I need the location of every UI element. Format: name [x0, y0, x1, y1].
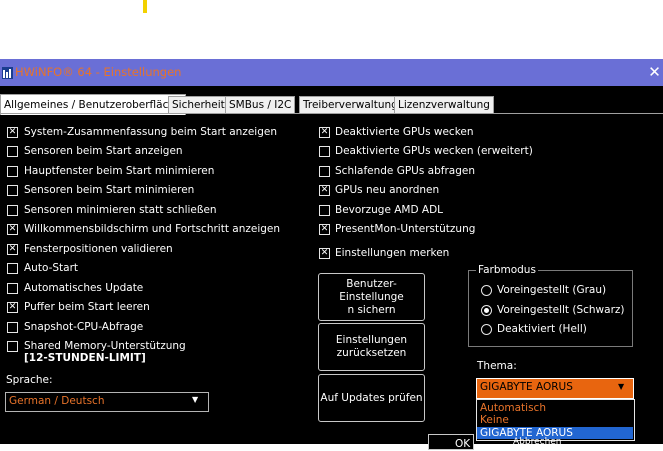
checkbox-label: System-Zusammenfassung beim Start anzeig… — [24, 126, 278, 138]
cursor-marker — [143, 0, 147, 13]
checkbox-welcome-screen[interactable]: ✕ — [7, 224, 18, 235]
checkbox-label: Willkommensbildschirm und Fortschritt an… — [24, 223, 281, 235]
radio-label: Voreingestellt (Grau) — [497, 284, 607, 296]
checkbox-system-summary[interactable]: ✕ — [7, 127, 18, 138]
button-label: n sichern — [347, 303, 396, 316]
tab-allgemeines[interactable]: Allgemeines / Benutzeroberfläche — [0, 94, 186, 115]
tab-smbus[interactable]: SMBus / I2C — [225, 96, 296, 114]
radio-label: Deaktiviert (Hell) — [497, 323, 587, 335]
check-updates-button[interactable]: Auf Updates prüfen — [318, 374, 425, 422]
theme-option-automatisch[interactable]: Automatisch — [480, 402, 546, 414]
checkbox-shared-memory[interactable] — [7, 341, 18, 352]
radio-label: Voreingestellt (Schwarz) — [497, 304, 625, 316]
checkbox-minimize-sensors[interactable] — [7, 185, 18, 196]
checkbox-minimize-main[interactable] — [7, 166, 18, 177]
radio-disabled-light[interactable] — [481, 324, 492, 335]
checkbox-presentmon[interactable]: ✕ — [319, 224, 330, 235]
tab-sicherheit[interactable]: Sicherheit — [168, 96, 229, 114]
checkbox-wake-gpus-extended[interactable] — [319, 146, 330, 157]
button-label: zurücksetzen — [336, 347, 407, 359]
checkbox-label: Deaktivierte GPUs wecken — [335, 126, 474, 138]
checkbox-reorder-gpus[interactable]: ✕ — [319, 185, 330, 196]
theme-option-keine[interactable]: Keine — [480, 414, 509, 426]
button-label: Einstellungen — [335, 334, 408, 346]
tab-treiberverwaltung[interactable]: Treiberverwaltung — [299, 96, 402, 114]
radio-default-black[interactable] — [481, 305, 492, 316]
theme-label: Thema: — [477, 360, 517, 372]
checkbox-label: Einstellungen merken — [335, 247, 450, 259]
checkbox-remember-settings[interactable]: ✕ — [319, 248, 330, 259]
chevron-down-icon: ▼ — [618, 382, 625, 391]
chevron-down-icon: ▼ — [192, 395, 199, 404]
checkbox-label: Hauptfenster beim Start minimieren — [24, 165, 215, 177]
checkbox-prefer-amd-adl[interactable] — [319, 205, 330, 216]
checkbox-snapshot-cpu[interactable] — [7, 322, 18, 333]
checkbox-label: Automatisches Update — [24, 282, 144, 294]
checkbox-label: Snapshot-CPU-Abfrage — [24, 321, 144, 333]
close-icon[interactable]: ✕ — [646, 62, 663, 82]
radio-selected-dot — [484, 308, 489, 313]
theme-value: GIGABYTE AORUS — [480, 381, 573, 393]
language-value: German / Deutsch — [9, 395, 105, 407]
checkbox-label: PresentMon-Unterstützung — [335, 223, 476, 235]
button-label: Auf Updates prüfen — [320, 391, 423, 404]
checkbox-sensors-start[interactable] — [7, 146, 18, 157]
checkbox-label: Sensoren beim Start minimieren — [24, 184, 195, 196]
checkbox-label: Bevorzuge AMD ADL — [335, 204, 444, 216]
radio-default-gray[interactable] — [481, 285, 492, 296]
cancel-button[interactable]: Abbrechen — [513, 438, 562, 447]
color-mode-title: Farbmodus — [476, 264, 538, 277]
reset-settings-button[interactable]: Einstellungen zurücksetzen — [318, 323, 425, 371]
ok-button[interactable]: OK — [428, 434, 474, 450]
checkbox-label: GPUs neu anordnen — [335, 184, 440, 196]
checkbox-validate-positions[interactable]: ✕ — [7, 244, 18, 255]
checkbox-label: Schlafende GPUs abfragen — [335, 165, 476, 177]
checkbox-minimize-instead-close[interactable] — [7, 205, 18, 216]
window-title: HWiNFO® 64 - Einstellungen — [15, 65, 182, 79]
button-label: OK — [455, 438, 471, 450]
tab-divider — [0, 113, 663, 114]
tab-lizenzverwaltung[interactable]: Lizenzverwaltung — [394, 96, 494, 114]
checkbox-label: Sensoren beim Start anzeigen — [24, 145, 183, 157]
checkbox-label: Fensterpositionen validieren — [24, 243, 173, 255]
checkbox-label: Deaktivierte GPUs wecken (erweitert) — [335, 145, 533, 157]
checkbox-clear-buffer[interactable]: ✕ — [7, 302, 18, 313]
app-icon — [2, 67, 13, 79]
checkbox-auto-start[interactable] — [7, 263, 18, 274]
checkbox-label: Puffer beim Start leeren — [24, 301, 150, 313]
save-user-settings-button[interactable]: Benutzer-Einstellunge n sichern — [318, 273, 425, 321]
checkbox-label: Auto-Start — [24, 262, 79, 274]
button-label: Benutzer-Einstellunge — [339, 277, 404, 303]
checkbox-wake-gpus[interactable]: ✕ — [319, 127, 330, 138]
checkbox-label: Sensoren minimieren statt schließen — [24, 204, 217, 216]
language-label: Sprache: — [6, 374, 53, 386]
checkbox-auto-update[interactable] — [7, 283, 18, 294]
checkbox-poll-sleeping-gpus[interactable] — [319, 166, 330, 177]
shared-memory-limit-note: [12-STUNDEN-LIMIT] — [24, 352, 146, 364]
